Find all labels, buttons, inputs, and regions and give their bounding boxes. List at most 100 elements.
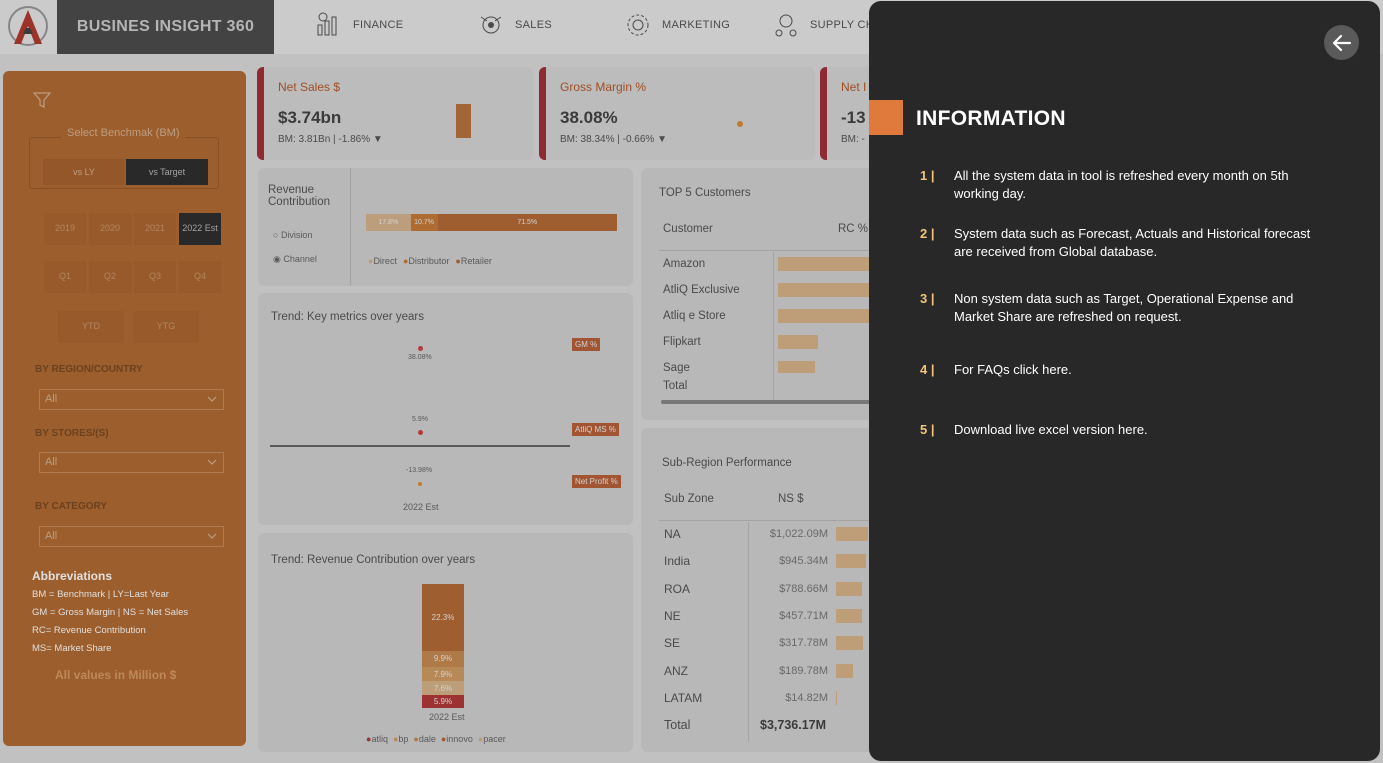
kpi-gross-margin-card[interactable]: Gross Margin % 38.08% BM: 38.34% | -0.66… <box>539 67 815 160</box>
subregion-title: Sub-Region Performance <box>662 457 792 469</box>
benchmark-title: Select Benchmak (BM) <box>61 127 186 139</box>
arrow-left-icon <box>1332 34 1351 51</box>
filter-region-label: BY REGION/COUNTRY <box>35 364 143 375</box>
kpi-benchmark: BM: 38.34% | -0.66% ▼ <box>560 134 667 145</box>
abbreviation-line: MS= Market Share <box>32 643 112 654</box>
kpi-value: 38.08% <box>560 108 618 127</box>
subregion-zone: ANZ <box>664 663 688 678</box>
info-item: 3 | Non system data such as Target, Oper… <box>920 290 1330 326</box>
kpi-indicator-dot <box>737 121 743 127</box>
info-item: 1 | All the system data in tool is refre… <box>920 167 1330 203</box>
nav-marketing[interactable]: MARKETING <box>624 8 730 42</box>
radio-channel-label: Channel <box>283 254 317 264</box>
radio-division[interactable]: ○ Division <box>273 230 312 240</box>
subregion-ns-value: $788.66M <box>779 582 828 595</box>
information-panel: INFORMATION 1 | All the system data in t… <box>869 1 1380 761</box>
subregion-ns-value: $1,022.09M <box>769 528 828 540</box>
label-np: Net Profit % <box>572 475 621 488</box>
filter-stores-dropdown[interactable]: All <box>39 452 224 473</box>
quarter-q3-button[interactable]: Q3 <box>134 261 176 293</box>
radio-channel[interactable]: ◉ Channel <box>273 254 317 265</box>
legend-distributor: ●Distributor <box>402 256 450 266</box>
filter-region-value: All <box>45 393 58 405</box>
subregion-bar <box>836 581 862 596</box>
bar-segment-retailer: 71.5% <box>437 214 617 231</box>
kpi-net-sales-card[interactable]: Net Sales $ $3.74bn BM: 3.81Bn | -1.86% … <box>257 67 533 160</box>
back-button[interactable] <box>1324 25 1359 60</box>
subregion-total-label: Total <box>664 718 691 732</box>
trend-key-metrics-title: Trend: Key metrics over years <box>271 311 424 323</box>
subregion-bar <box>836 663 853 678</box>
filter-stores-label: BY STORES/(S) <box>35 428 109 439</box>
nav-supply-chain[interactable]: SUPPLY CHA <box>772 8 882 42</box>
sales-icon <box>480 16 502 34</box>
trend-key-metrics-card: Trend: Key metrics over years 38.08% 5.9… <box>258 293 633 525</box>
info-item-number: 4 | <box>920 362 935 377</box>
abbreviation-line: BM = Benchmark | LY=Last Year <box>32 589 169 600</box>
top-customers-title: TOP 5 Customers <box>659 187 751 199</box>
finance-icon <box>317 12 337 36</box>
quarter-q1-button[interactable]: Q1 <box>44 261 86 293</box>
chevron-down-icon <box>207 396 217 402</box>
horizontal-scrollbar[interactable] <box>661 400 881 404</box>
ytd-button[interactable]: YTD <box>58 311 124 343</box>
info-item: 2 | System data such as Forecast, Actual… <box>920 225 1330 261</box>
gm-value: 38.08% <box>408 354 432 361</box>
x-axis-label: 2022 Est <box>403 502 439 512</box>
benchmark-vs-target-button[interactable]: vs Target <box>126 159 208 185</box>
subregion-ns-value: $457.71M <box>779 609 828 622</box>
column-header-rc[interactable]: RC % <box>838 223 868 235</box>
funnel-icon[interactable] <box>33 91 51 109</box>
year-2019-button[interactable]: 2019 <box>44 213 86 245</box>
faq-link-item[interactable]: 4 | For FAQs click here. <box>920 361 1330 379</box>
benchmark-vs-ly-button[interactable]: vs LY <box>43 159 125 185</box>
ytg-button[interactable]: YTG <box>133 311 199 343</box>
label-ms: AtliQ MS % <box>572 423 619 436</box>
year-2021-button[interactable]: 2021 <box>134 213 176 245</box>
year-2020-button[interactable]: 2020 <box>89 213 131 245</box>
filter-sidebar: Select Benchmak (BM) vs LY vs Target 201… <box>3 71 246 746</box>
column-header-subzone[interactable]: Sub Zone <box>664 493 714 505</box>
year-2022-est-button[interactable]: 2022 Est <box>179 213 221 245</box>
nav-sales[interactable]: SALES <box>477 8 552 42</box>
rc-segment: 7.9% <box>422 666 464 682</box>
nav-sales-label: SALES <box>515 19 552 31</box>
channel-legend: ●Direct ●Distributor ●Retailer <box>368 256 492 266</box>
legend-dale: ●dale <box>413 734 436 744</box>
trend-rc-title: Trend: Revenue Contribution over years <box>271 554 476 566</box>
information-title: INFORMATION <box>916 107 1066 130</box>
quarter-q4-button[interactable]: Q4 <box>179 261 221 293</box>
download-link-item[interactable]: 5 | Download live excel version here. <box>920 421 1330 439</box>
kpi-benchmark: BM: - <box>841 134 865 145</box>
info-item-number: 1 | <box>920 168 935 183</box>
legend-bp: ●bp <box>392 734 409 744</box>
subregion-bar <box>836 690 837 705</box>
abbreviations-title: Abbreviations <box>32 569 113 583</box>
subregion-bar <box>836 636 863 651</box>
supply-chain-icon <box>775 14 797 37</box>
download-excel-link[interactable]: Download live excel version here. <box>954 421 1330 439</box>
revenue-contribution-title: Revenue Contribution <box>268 184 331 208</box>
subregion-zone: India <box>664 554 691 569</box>
filter-category-dropdown[interactable]: All <box>39 526 224 547</box>
rc-stacked-column: 22.3% 9.9% 7.9% 7.6% 5.9% <box>422 584 464 708</box>
label-gm: GM % <box>572 338 601 351</box>
info-item-number: 2 | <box>920 226 935 241</box>
subregion-zone: NA <box>664 527 681 541</box>
customer-row: Flipkart <box>663 336 701 348</box>
filter-region-dropdown[interactable]: All <box>39 389 224 410</box>
faq-link[interactable]: For FAQs click here. <box>954 361 1330 379</box>
quarter-q2-button[interactable]: Q2 <box>89 261 131 293</box>
kpi-value: -13 <box>841 108 866 127</box>
nav-finance[interactable]: FINANCE <box>315 8 403 42</box>
gm-point <box>418 346 423 351</box>
ms-value: 5.9% <box>412 416 428 423</box>
column-header-ns[interactable]: NS $ <box>778 493 804 505</box>
legend-direct: ●Direct <box>368 256 397 266</box>
customer-row: Amazon <box>663 258 706 270</box>
app-title: BUSINES INSIGHT 360 <box>57 0 274 54</box>
column-header-customer[interactable]: Customer <box>663 223 713 235</box>
customer-total: Total <box>663 380 688 392</box>
nav-finance-label: FINANCE <box>353 19 404 31</box>
rc-segment: 22.3% <box>422 584 464 651</box>
